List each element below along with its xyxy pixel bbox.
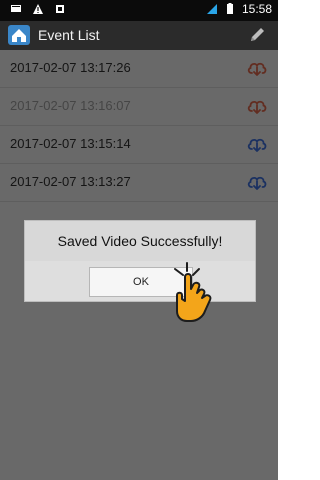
tap-hand-icon: [174, 262, 212, 322]
app-notification-icon: [56, 5, 64, 13]
status-notifications: [10, 3, 66, 15]
battery-icon: [226, 3, 233, 14]
status-right: 15:58: [206, 2, 272, 16]
home-icon[interactable]: [8, 25, 30, 45]
phone-screen: 15:58 Event List 2017-02-07 13:17:262017…: [0, 0, 278, 480]
pencil-icon[interactable]: [248, 26, 266, 44]
page-title: Event List: [38, 27, 100, 43]
message-icon: [11, 5, 21, 12]
warning-icon: [33, 4, 43, 14]
status-bar: 15:58: [0, 0, 278, 21]
signal-icon: [206, 4, 217, 14]
app-bar: Event List: [0, 21, 278, 50]
status-time: 15:58: [241, 2, 272, 16]
